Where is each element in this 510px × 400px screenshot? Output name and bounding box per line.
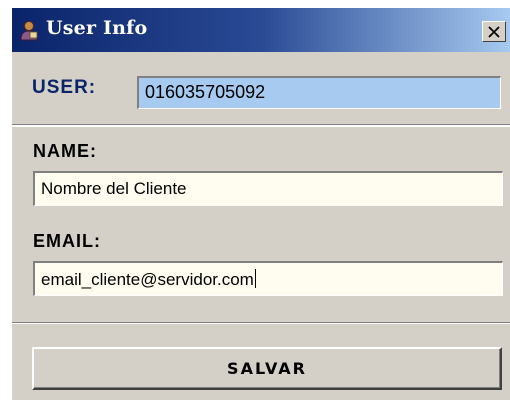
- actions-section: SALVAR: [12, 322, 510, 400]
- user-icon: [20, 21, 38, 41]
- email-value: email_cliente@servidor.com: [41, 270, 254, 289]
- user-info-window: User Info USER: 016035705092 NAME: Nombr…: [10, 6, 510, 400]
- text-caret: [254, 269, 256, 288]
- name-field[interactable]: Nombre del Cliente: [33, 171, 503, 206]
- save-button[interactable]: SALVAR: [32, 347, 502, 390]
- user-section: USER: 016035705092: [12, 52, 510, 124]
- user-label: USER:: [32, 77, 97, 98]
- details-section: NAME: Nombre del Cliente EMAIL: email_cl…: [12, 126, 510, 316]
- name-label: NAME:: [33, 141, 97, 161]
- close-icon: [488, 25, 500, 38]
- email-label: EMAIL:: [33, 231, 101, 251]
- user-id-field[interactable]: 016035705092: [137, 76, 501, 109]
- email-field[interactable]: email_cliente@servidor.com: [33, 261, 503, 296]
- window-title: User Info: [46, 17, 148, 39]
- title-bar[interactable]: User Info: [12, 8, 510, 52]
- close-button[interactable]: [482, 21, 506, 42]
